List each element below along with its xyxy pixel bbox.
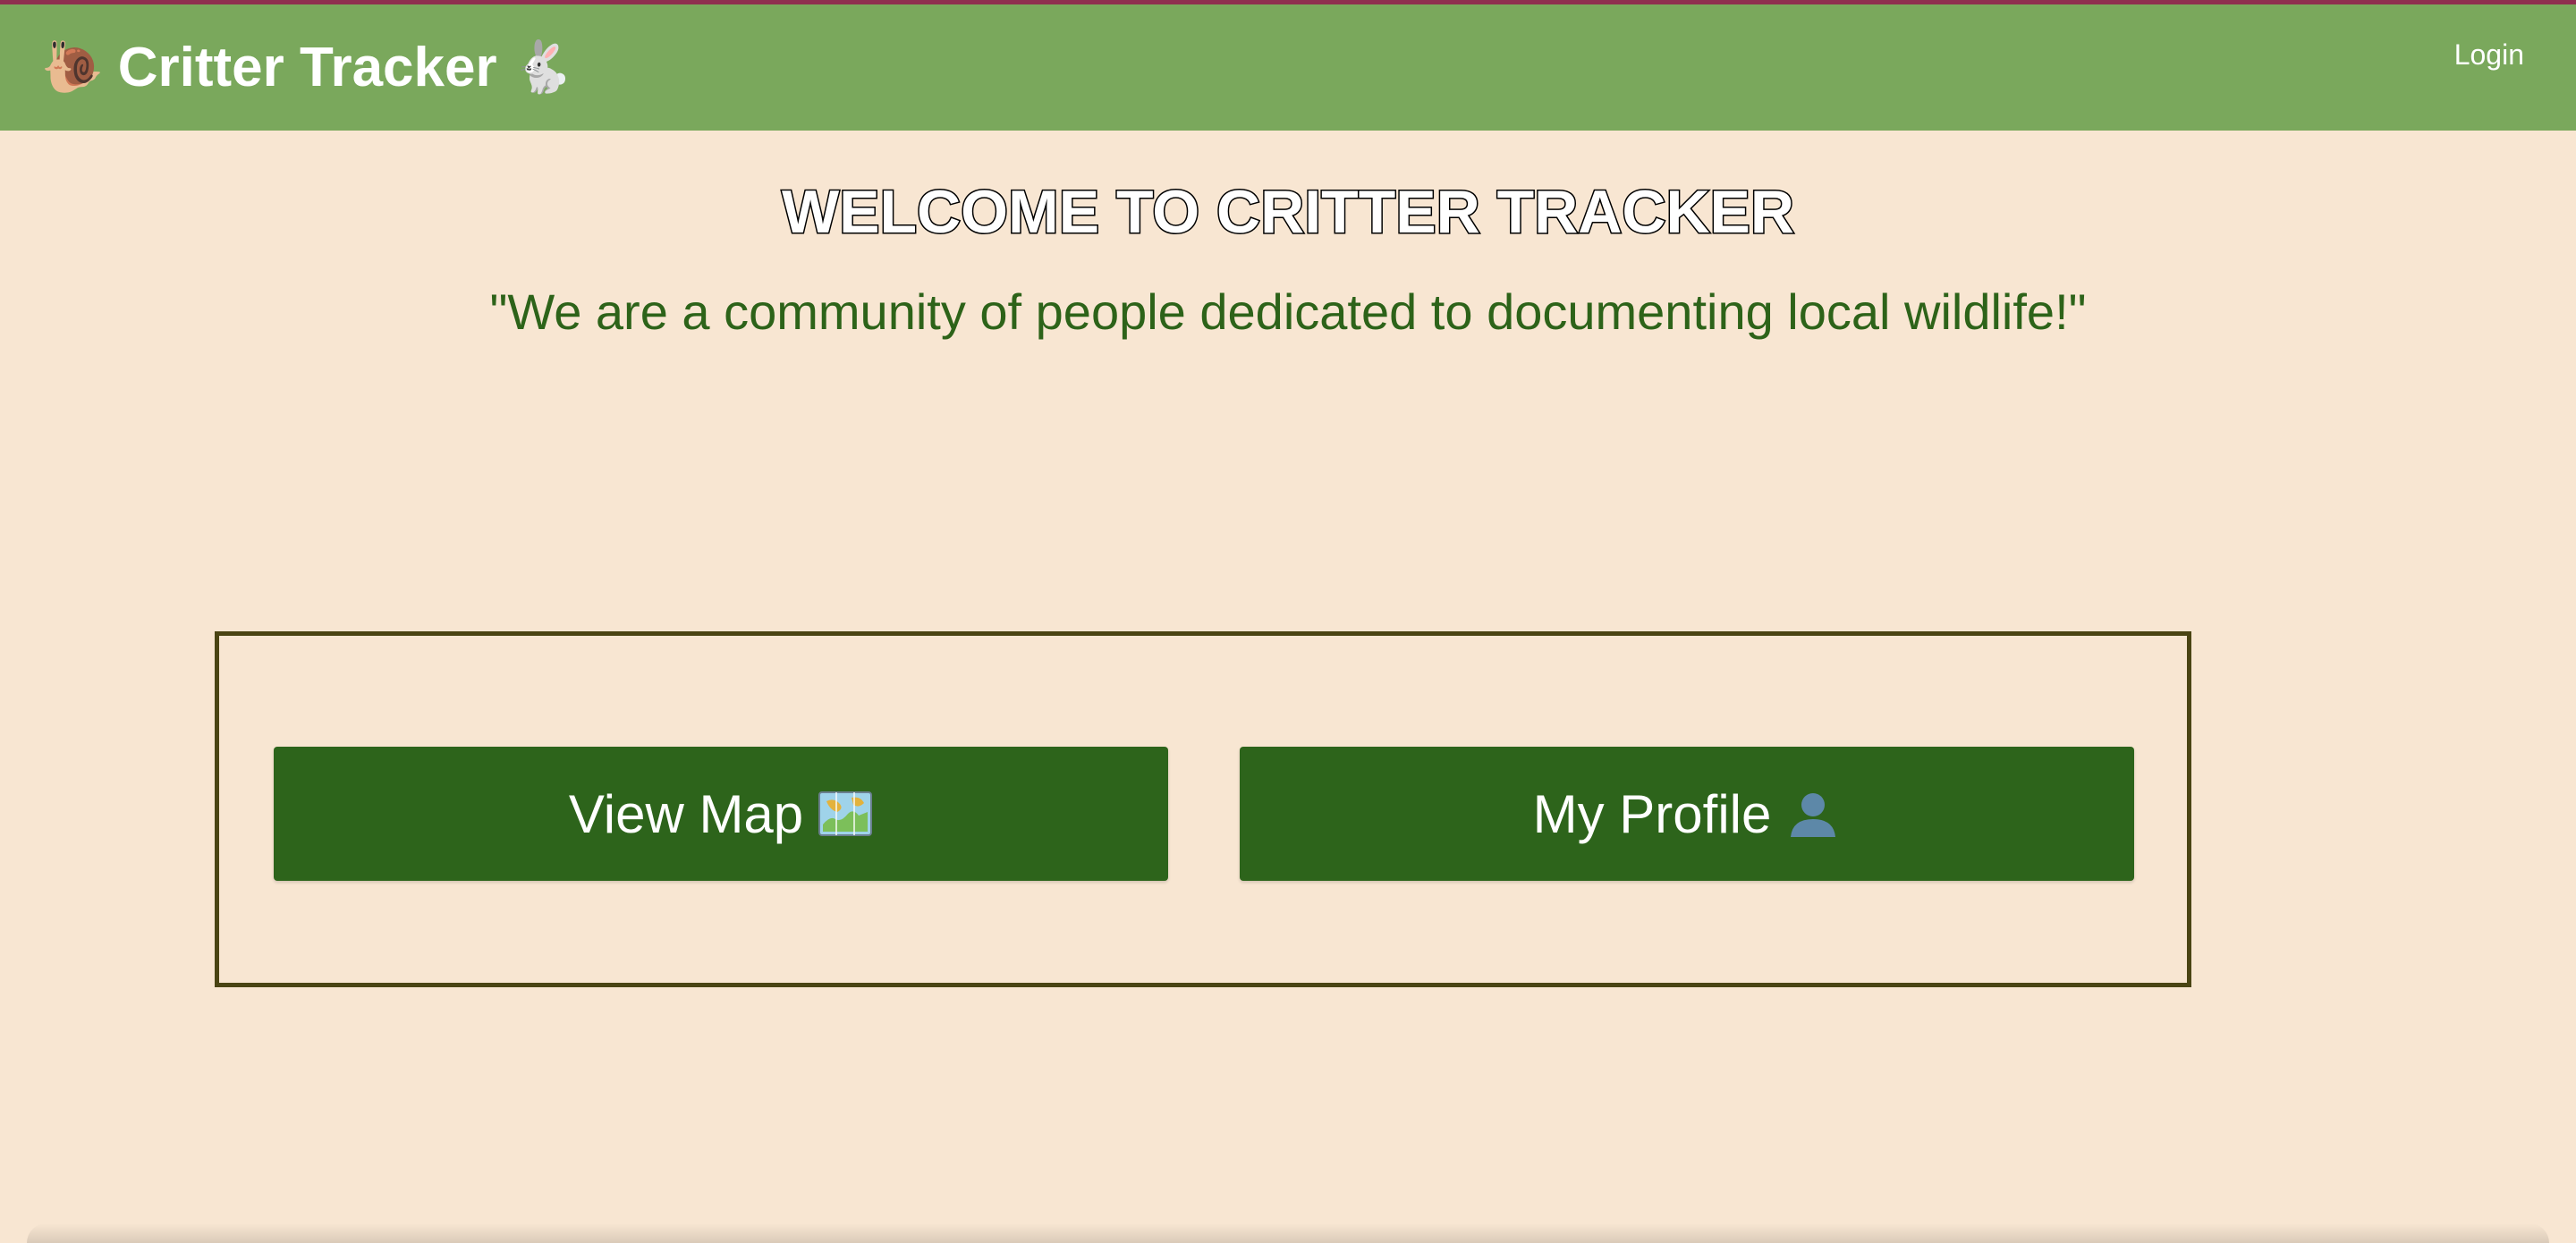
page-title: WELCOME TO CRITTER TRACKER — [780, 177, 1795, 248]
my-profile-label: My Profile — [1532, 783, 1772, 844]
user-silhouette-icon — [1791, 793, 1836, 837]
login-link[interactable]: Login — [2454, 38, 2524, 72]
bottom-shadow — [27, 1223, 2549, 1243]
brand-title: Critter Tracker — [117, 36, 497, 98]
action-panel: View Map My Profile — [215, 631, 2191, 987]
view-map-label: View Map — [568, 783, 804, 844]
tagline: "We are a community of people dedicated … — [489, 283, 2087, 340]
brand-link[interactable]: 🐌 Critter Tracker 🐇 — [41, 31, 573, 103]
view-map-button[interactable]: View Map — [274, 747, 1168, 881]
map-icon — [818, 791, 873, 836]
snail-icon: 🐌 — [41, 38, 104, 95]
navbar: 🐌 Critter Tracker 🐇 Login — [0, 4, 2576, 131]
rabbit-icon: 🐇 — [511, 38, 574, 95]
my-profile-button[interactable]: My Profile — [1240, 747, 2134, 881]
